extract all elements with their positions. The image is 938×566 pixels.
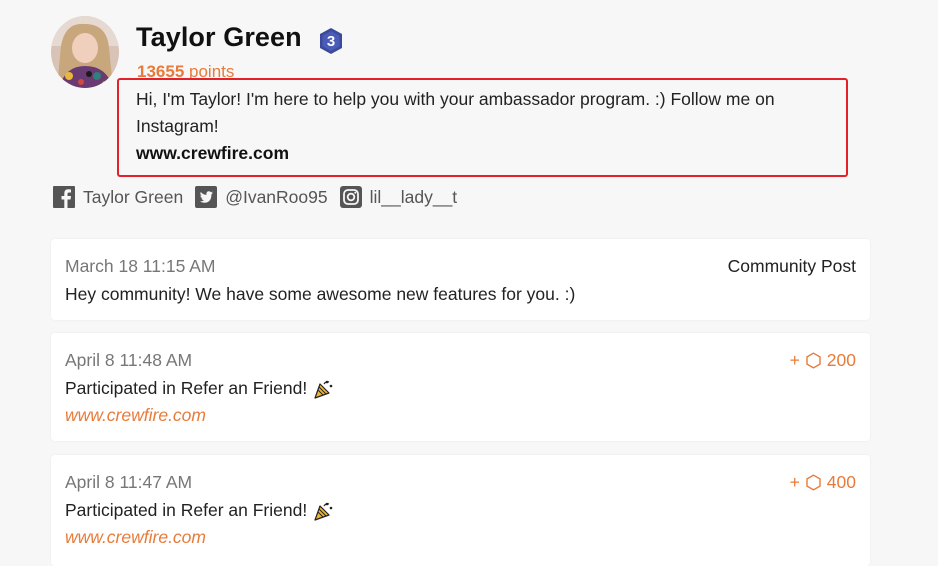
points-value: 13655	[137, 62, 185, 78]
hexagon-icon	[806, 352, 821, 369]
card-text-row: Participated in Refer an Friend!	[65, 500, 334, 521]
twitter-handle: @IvanRoo95	[225, 186, 328, 207]
bio-link[interactable]: www.crewfire.com	[136, 140, 289, 167]
social-instagram[interactable]: lil__lady__t	[339, 185, 458, 209]
party-popper-icon	[314, 501, 334, 521]
level-badge-icon: 3	[317, 27, 345, 55]
points-total: 13655 points	[137, 62, 234, 78]
card-date: March 18 11:15 AM	[65, 256, 216, 276]
points-label: points	[189, 62, 235, 78]
bio-text: Hi, I'm Taylor! I'm here to help you wit…	[136, 89, 775, 136]
card-text: Participated in Refer an Friend!	[65, 500, 308, 520]
card-link[interactable]: www.crewfire.com	[65, 527, 206, 548]
hexagon-icon	[806, 474, 821, 491]
card-points: + 400	[790, 472, 856, 493]
points-amount: 400	[826, 472, 856, 492]
twitter-icon	[194, 185, 218, 209]
card-date: April 8 11:48 AM	[65, 350, 193, 370]
feed-card[interactable]: March 18 11:15 AM Community Post Hey com…	[51, 239, 870, 320]
social-twitter[interactable]: @IvanRoo95	[194, 185, 328, 209]
social-facebook[interactable]: Taylor Green	[52, 185, 183, 209]
party-popper-icon	[314, 379, 334, 399]
card-text: Hey community! We have some awesome new …	[65, 284, 576, 304]
card-link[interactable]: www.crewfire.com	[65, 405, 206, 426]
points-prefix: +	[789, 350, 800, 370]
card-date: April 8 11:47 AM	[65, 472, 193, 492]
facebook-handle: Taylor Green	[83, 186, 184, 207]
card-points: + 200	[790, 350, 856, 371]
card-type-label: Community Post	[727, 256, 856, 276]
feed-card[interactable]: April 8 11:47 AM + 400 Participated in R…	[51, 455, 870, 566]
avatar	[51, 16, 119, 88]
card-text: Participated in Refer an Friend!	[65, 378, 308, 398]
card-text-row: Participated in Refer an Friend!	[65, 378, 334, 399]
facebook-icon	[52, 185, 76, 209]
points-prefix: +	[789, 472, 800, 492]
level-number: 3	[327, 33, 335, 50]
points-amount: 200	[826, 350, 856, 370]
profile-name: Taylor Green	[136, 22, 302, 52]
feed-card[interactable]: April 8 11:48 AM + 200 Participated in R…	[51, 333, 870, 441]
instagram-icon	[339, 185, 363, 209]
social-links: Taylor Green @IvanRoo95 lil__lady__t	[52, 184, 468, 210]
instagram-handle: lil__lady__t	[369, 186, 458, 207]
